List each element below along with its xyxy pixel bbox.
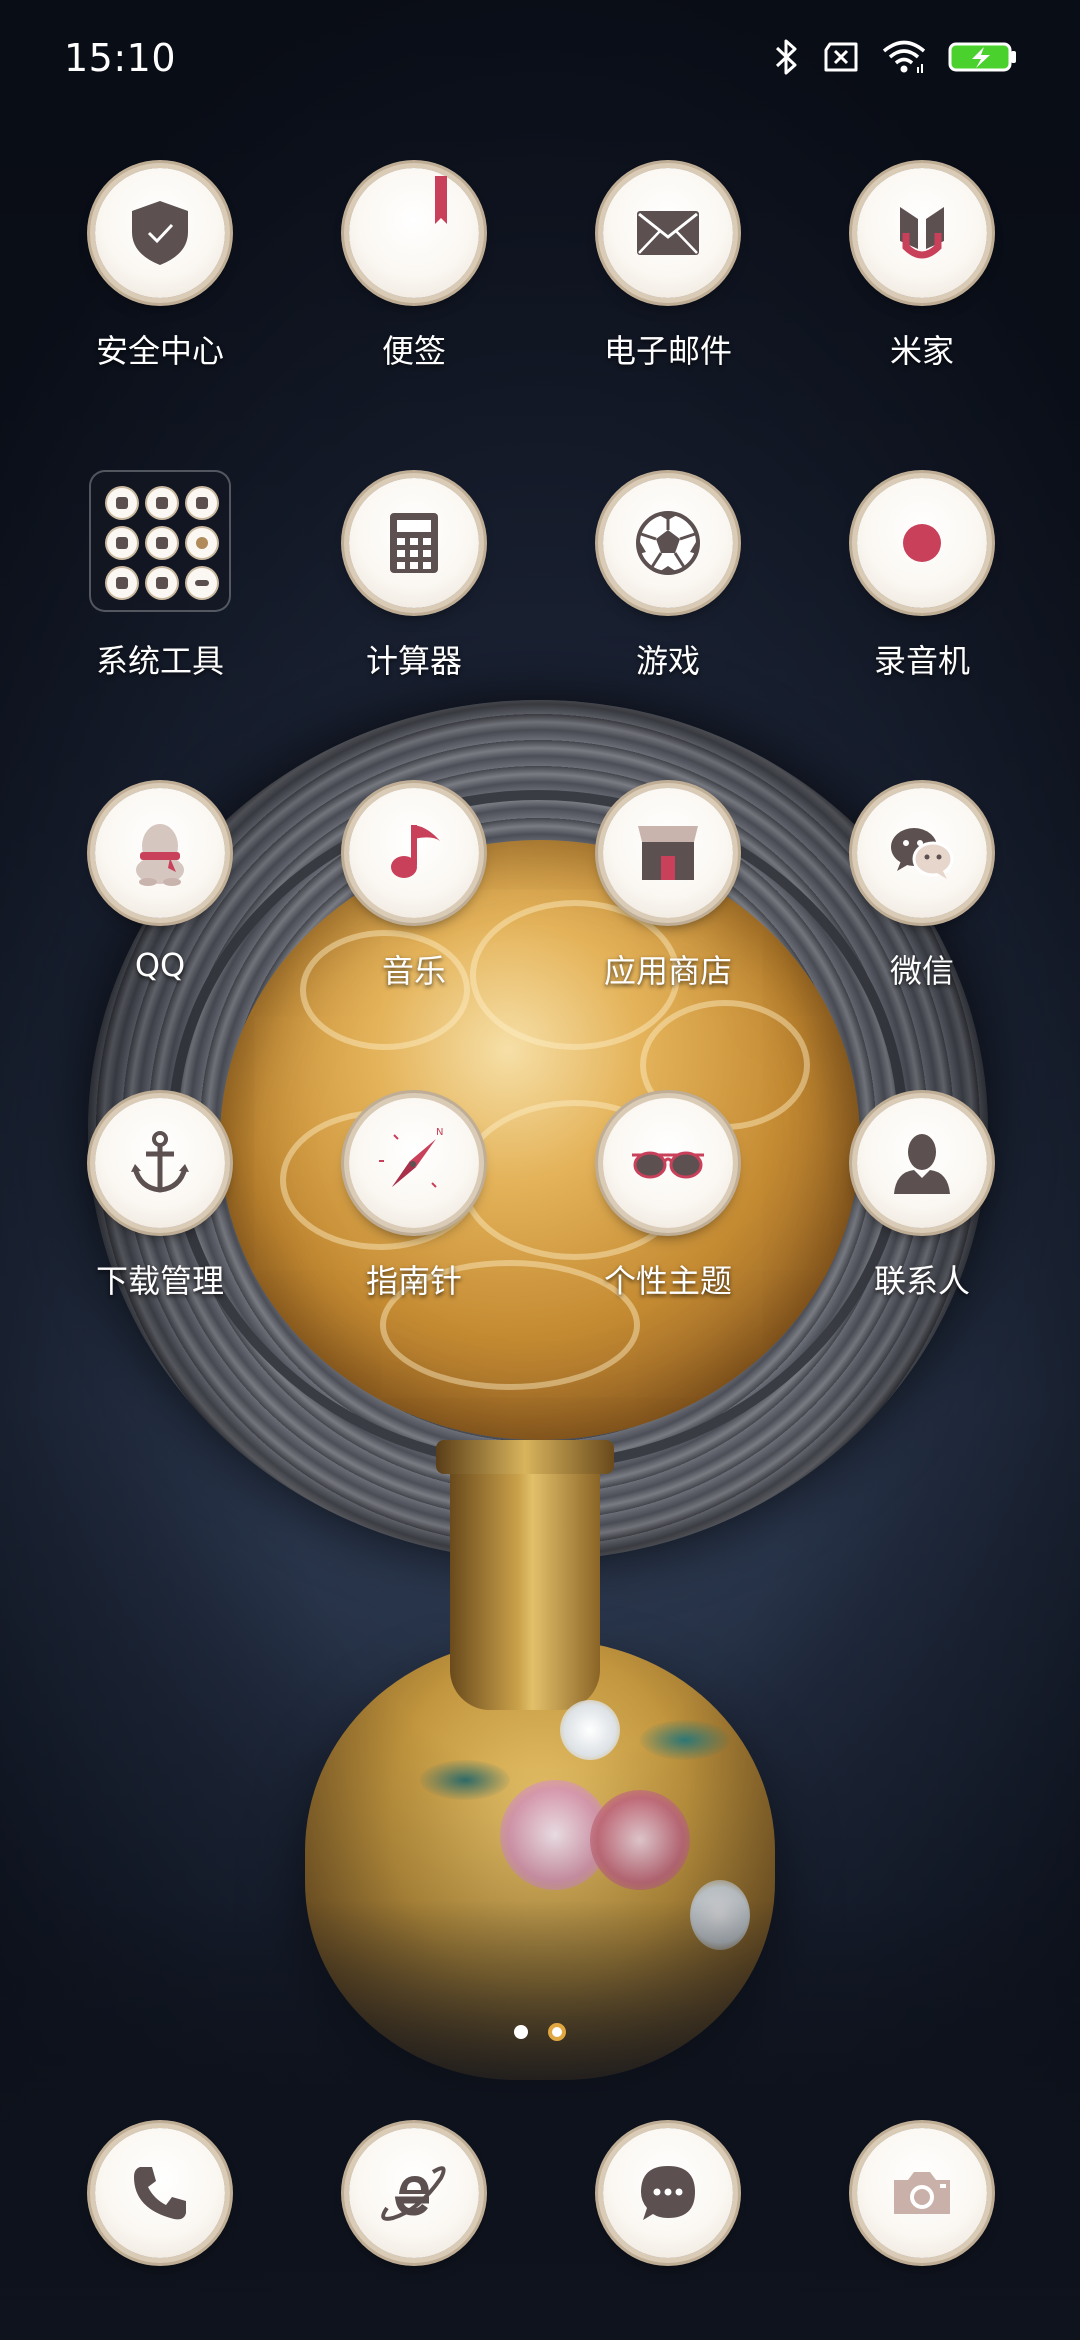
shield-icon [95,168,225,298]
page-dot-active[interactable] [548,2023,566,2041]
status-time: 15:10 [64,36,177,80]
mini-app-icon [187,528,217,558]
app-notes[interactable]: 便签 [299,168,529,418]
wallpaper-vase-neck [450,1440,600,1710]
mini-app-icon [147,568,177,598]
anchor-icon [95,1098,225,1228]
folder-icon [89,470,231,612]
wallpaper-leaf [640,1720,730,1760]
wallpaper-leaf [420,1760,510,1800]
app-label: 米家 [889,332,954,370]
messages-icon [603,2128,733,2258]
app-wechat[interactable]: 微信 [807,788,1037,1038]
app-themes[interactable]: 个性主题 [553,1098,783,1348]
app-calculator[interactable]: 计算器 [299,478,529,728]
app-label: 录音机 [873,642,970,680]
mini-app-icon [187,488,217,518]
mini-app-icon [147,528,177,558]
app-label: 便签 [381,332,446,370]
dock-browser[interactable] [299,2128,529,2268]
contact-person-icon [857,1098,987,1228]
mini-app-icon [107,488,137,518]
dock-messages[interactable] [553,2128,783,2268]
mini-app-icon [107,528,137,558]
dock-phone[interactable] [45,2128,275,2268]
app-label: QQ [134,946,186,984]
wechat-icon [857,788,987,918]
wallpaper-flower [590,1790,690,1890]
calculator-icon [349,478,479,608]
app-store[interactable]: 应用商店 [553,788,783,1038]
app-label: 下载管理 [95,1262,224,1300]
soccer-ball-icon [603,478,733,608]
page-indicator[interactable] [0,2022,1080,2042]
app-label: 应用商店 [603,952,732,990]
app-compass[interactable]: N 指南针 [299,1098,529,1348]
battery-charging-icon [948,41,1018,73]
app-label: 安全中心 [95,332,224,370]
camera-icon [857,2128,987,2258]
mijia-icon [857,168,987,298]
app-label: 电子邮件 [603,332,732,370]
mini-app-icon [107,568,137,598]
app-email[interactable]: 电子邮件 [553,168,783,418]
app-mijia[interactable]: 米家 [807,168,1037,418]
notes-icon [349,168,479,298]
app-games[interactable]: 游戏 [553,478,783,728]
app-label: 微信 [889,952,954,990]
store-icon [603,788,733,918]
recorder-icon [857,478,987,608]
mini-app-icon [187,568,217,598]
app-label: 计算器 [365,642,462,680]
wifi-icon [882,40,926,74]
app-download-manager[interactable]: 下载管理 [45,1098,275,1348]
app-label: 指南针 [365,1262,462,1300]
svg-text:N: N [436,1127,443,1138]
app-security-center[interactable]: 安全中心 [45,168,275,418]
status-bar: 15:10 [0,0,1080,120]
app-label: 联系人 [873,1262,970,1300]
compass-icon: N [349,1098,479,1228]
app-label: 系统工具 [95,642,224,680]
bluetooth-icon [774,38,800,76]
folder-system-tools[interactable]: 系统工具 [45,470,275,728]
page-dot[interactable] [514,2025,528,2039]
browser-icon [349,2128,479,2258]
no-sim-icon [822,42,860,72]
app-contacts[interactable]: 联系人 [807,1098,1037,1348]
app-label: 个性主题 [603,1262,732,1300]
mini-app-icon [147,488,177,518]
app-label: 音乐 [381,952,446,990]
dock-camera[interactable] [807,2128,1037,2268]
wallpaper-flower [560,1700,620,1760]
music-note-icon [349,788,479,918]
qq-icon [95,788,225,918]
wallpaper-bottom-fade [0,1900,1080,2340]
phone-icon [95,2128,225,2258]
home-screen: 15:10 安全中心 便签 电子邮件 米家 系统工具 计算器 游戏 录音机 QQ… [0,0,1080,2340]
mail-icon [603,168,733,298]
app-recorder[interactable]: 录音机 [807,478,1037,728]
wallpaper-vase-lip [436,1440,614,1474]
app-label: 游戏 [635,642,700,680]
status-icons [774,38,1018,76]
sunglasses-icon [603,1098,733,1228]
app-music[interactable]: 音乐 [299,788,529,1038]
app-qq[interactable]: QQ [45,788,275,1038]
